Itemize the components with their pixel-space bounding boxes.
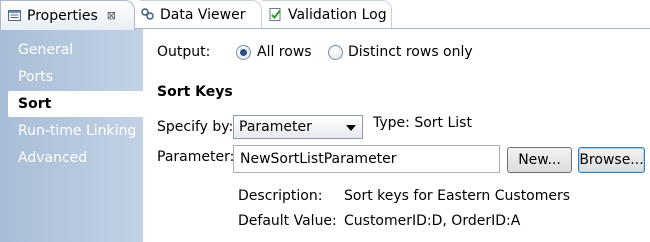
sidebar-item-general[interactable]: General — [0, 37, 143, 63]
default-value: CustomerID:D, OrderID:A — [344, 213, 521, 229]
default-value-label: Default Value: — [238, 213, 337, 229]
chevron-down-icon — [346, 125, 356, 131]
sidebar-item-advanced[interactable]: Advanced — [0, 145, 143, 171]
tab-validation-log[interactable]: Validation Log — [262, 0, 390, 29]
tab-label: Data Viewer — [160, 6, 246, 23]
all-rows-label[interactable]: All rows — [257, 44, 312, 60]
parameter-input[interactable]: NewSortListParameter — [233, 145, 500, 173]
specify-by-value: Parameter — [239, 119, 312, 135]
description-value: Sort keys for Eastern Customers — [344, 188, 571, 204]
parameter-value: NewSortListParameter — [240, 151, 397, 167]
tab-label: Validation Log — [288, 6, 387, 23]
sidebar-item-run-time-linking[interactable]: Run-time Linking — [0, 118, 143, 144]
radio-selected-dot — [240, 49, 247, 56]
sidebar: General Ports Sort Run-time Linking Adva… — [0, 29, 143, 242]
distinct-rows-label[interactable]: Distinct rows only — [348, 44, 473, 60]
specify-by-select[interactable]: Parameter — [233, 115, 363, 139]
close-icon[interactable]: ⊠ — [107, 9, 116, 22]
tab-properties[interactable]: Properties ⊠ — [0, 0, 135, 30]
sort-panel: Output: All rows Distinct rows only Sort… — [143, 29, 650, 242]
browse-button[interactable]: Browse... — [578, 147, 645, 173]
new-button[interactable]: New... — [507, 147, 572, 173]
validation-log-icon — [268, 7, 283, 22]
tab-bar: Properties ⊠ Data Viewer Validation Log — [0, 0, 650, 30]
distinct-rows-radio[interactable] — [328, 45, 343, 60]
description-label: Description: — [238, 188, 323, 204]
sidebar-item-sort[interactable]: Sort — [8, 91, 143, 117]
output-label: Output: — [157, 44, 211, 60]
all-rows-radio[interactable] — [236, 45, 251, 60]
tab-data-viewer[interactable]: Data Viewer — [134, 0, 262, 29]
specify-by-label: Specify by: — [157, 119, 234, 135]
tab-label: Properties — [27, 7, 98, 24]
sidebar-item-ports[interactable]: Ports — [0, 64, 143, 90]
properties-icon — [7, 8, 22, 23]
type-text: Type: Sort List — [373, 115, 472, 131]
sort-keys-heading: Sort Keys — [157, 84, 233, 100]
parameter-label: Parameter: — [157, 149, 235, 165]
data-viewer-icon — [140, 7, 155, 22]
